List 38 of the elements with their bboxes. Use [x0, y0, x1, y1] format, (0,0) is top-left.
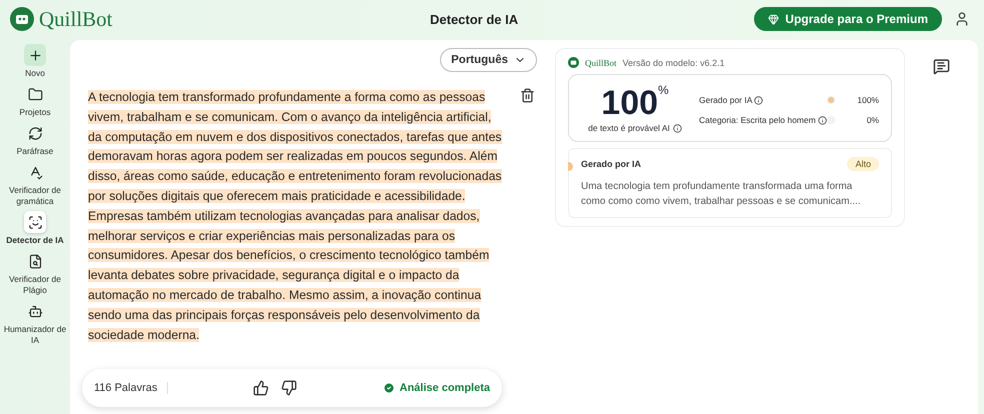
- analysis-status: Análise completa: [400, 382, 490, 394]
- ai-score: 100: [601, 83, 658, 123]
- info-icon[interactable]: [818, 116, 827, 124]
- sidebar-label[interactable]: Verificador de Plágio: [0, 274, 70, 296]
- model-version: Versão do modelo: v6.2.1: [622, 58, 725, 68]
- brand-name: QuillBot: [39, 6, 113, 32]
- info-icon[interactable]: [754, 96, 764, 104]
- word-count: 116 Palavras: [94, 382, 168, 394]
- category-label: Categoria: Escrita pelo homem: [699, 115, 816, 125]
- segment-text: Uma tecnologia tem profundamente transformada uma forma como como como vivem, trabalhar pessoas e se comunicam....: [581, 180, 862, 209]
- sidebar-label[interactable]: Novo: [25, 68, 45, 79]
- logo-icon: [10, 7, 34, 31]
- level-badge: Alto: [847, 157, 879, 171]
- upgrade-button[interactable]: Upgrade para o Premium: [754, 7, 942, 31]
- logo-icon: [568, 57, 579, 68]
- category-value: 0%: [866, 115, 879, 125]
- category-label: Gerado por IA: [699, 95, 752, 105]
- sidebar-label[interactable]: Verificador de gramática: [0, 185, 70, 207]
- percent-sign: %: [658, 83, 669, 97]
- score-caption: de texto é provável AI: [588, 123, 670, 133]
- input-text: A tecnologia tem transformado profundamente a forma como as pessoas vivem, trabalham e se comunicam. Com o avanço da inteligência artificial, da computação em nuvem e dos dispositivos conectados, tarefas que antes demoravam horas agora podem ser realizadas em poucos segundos. Além disso, áreas como saúde, educação e entretenimento foram revolucionadas por soluções digitais que oferecem mais praticidade e acessibilidade. Empresas também utilizam tecnologias avançadas para analisar dados, melhorar serviços e criar experiências mais personalizadas para os consumidores. Apesar dos benefícios, o crescimento tecnológico também levanta debates sobre privacidade, segurança digital e o impacto da automação no mercado de trabalho. Mesmo assim, a inovação continua sendo uma das principais forças responsáveis pelo desenvolvimento da sociedade moderna.: [88, 89, 503, 344]
- plus-icon[interactable]: [24, 44, 46, 66]
- check-icon: [382, 382, 395, 394]
- sidebar-label[interactable]: Detector de IA: [6, 235, 64, 246]
- language-dropdown[interactable]: Português: [440, 48, 537, 72]
- thumbs-down-icon[interactable]: [281, 380, 298, 396]
- category-value: 100%: [856, 95, 879, 105]
- thumbs-up-icon[interactable]: [253, 380, 270, 396]
- sidebar-label[interactable]: Humanizador de IA: [0, 324, 70, 346]
- info-icon[interactable]: [672, 124, 682, 132]
- brand-name: QuillBot: [585, 58, 617, 68]
- segment-label: Gerado por IA: [581, 159, 642, 169]
- scan-icon[interactable]: [24, 211, 46, 233]
- sidebar-label[interactable]: Projetos: [19, 107, 51, 118]
- page-title: Detector de IA: [430, 12, 520, 26]
- sidebar-label[interactable]: Paráfrase: [16, 146, 54, 157]
- diamond-icon: [768, 14, 780, 24]
- trash-icon[interactable]: [520, 88, 535, 104]
